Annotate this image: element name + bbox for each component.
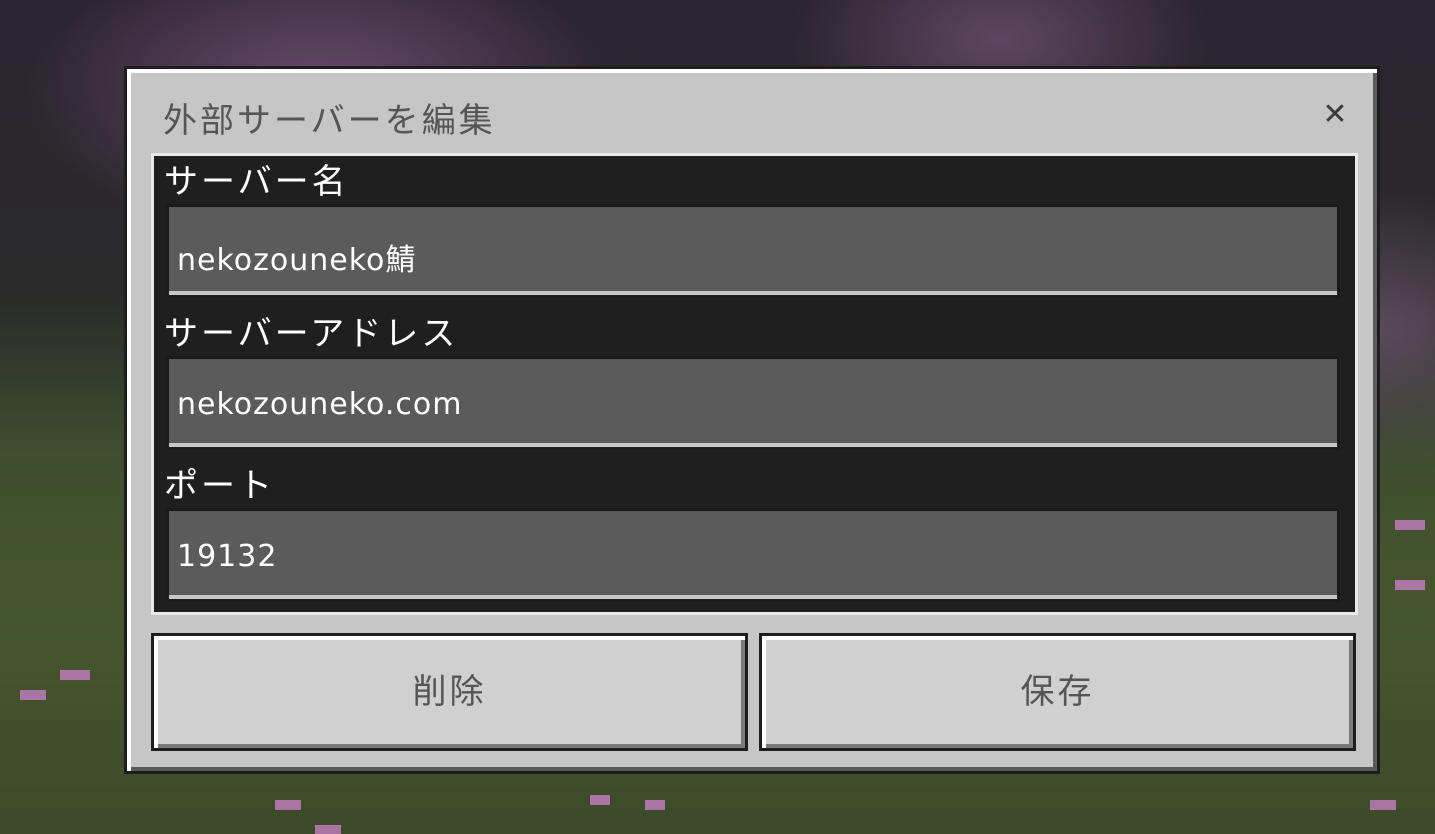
port-input[interactable]: 19132 (166, 508, 1340, 602)
edit-server-dialog: 外部サーバーを編集 ✕ サーバー名 nekozouneko鯖 サーバーアドレス … (124, 66, 1380, 774)
blossom-petal (1395, 580, 1425, 590)
save-button[interactable]: 保存 (759, 633, 1356, 751)
game-background: 外部サーバーを編集 ✕ サーバー名 nekozouneko鯖 サーバーアドレス … (0, 0, 1435, 834)
blossom-petal (1370, 800, 1396, 810)
blossom-petal (590, 795, 610, 805)
port-label: ポート (164, 466, 275, 506)
server-form-panel: サーバー名 nekozouneko鯖 サーバーアドレス nekozouneko.… (151, 153, 1358, 615)
blossom-petal (60, 670, 90, 680)
server-name-label: サーバー名 (164, 162, 349, 202)
server-address-input[interactable]: nekozouneko.com (166, 356, 1340, 450)
delete-button[interactable]: 削除 (151, 633, 748, 751)
blossom-petal (1395, 520, 1425, 530)
blossom-petal (315, 825, 341, 834)
dialog-title: 外部サーバーを編集 (163, 101, 496, 141)
blossom-petal (20, 690, 46, 700)
server-address-label: サーバーアドレス (164, 314, 459, 354)
blossom-petal (645, 800, 665, 810)
server-name-input[interactable]: nekozouneko鯖 (166, 204, 1340, 298)
blossom-petal (275, 800, 301, 810)
close-icon[interactable]: ✕ (1317, 97, 1353, 133)
